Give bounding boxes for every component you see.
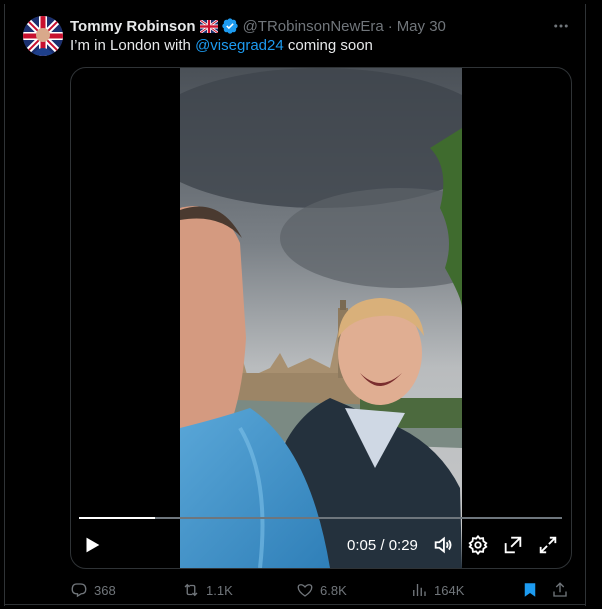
reply-button[interactable]: 368 xyxy=(70,580,116,600)
display-name[interactable]: Tommy Robinson xyxy=(70,18,196,35)
retweet-button[interactable]: 1.1K xyxy=(182,580,233,600)
tweet-header: Tommy Robinson @TRobinsonNewEra · May 30 xyxy=(70,16,446,36)
play-icon[interactable] xyxy=(81,534,103,556)
video-progress-bar[interactable] xyxy=(79,517,562,519)
more-icon[interactable] xyxy=(551,16,571,36)
video-time-display: 0:05 / 0:29 xyxy=(347,537,418,554)
tweet-text: I’m in London with @visegrad24 coming so… xyxy=(70,37,373,54)
like-button[interactable]: 6.8K xyxy=(296,580,347,600)
share-icon[interactable] xyxy=(551,580,575,600)
views-button[interactable]: 164K xyxy=(410,580,464,600)
reply-count: 368 xyxy=(94,582,116,598)
uk-flag-icon xyxy=(199,19,218,33)
settings-gear-icon[interactable] xyxy=(467,534,489,556)
popout-icon[interactable] xyxy=(502,534,524,556)
views-count: 164K xyxy=(434,582,465,598)
volume-icon[interactable] xyxy=(432,534,454,556)
views-icon xyxy=(413,584,426,596)
video-frame[interactable] xyxy=(180,68,462,568)
bookmark-icon[interactable] xyxy=(521,580,545,600)
like-count: 6.8K xyxy=(320,582,347,598)
like-icon xyxy=(297,584,313,597)
tweet-divider xyxy=(4,604,585,605)
video-player[interactable]: 0:05 / 0:29 xyxy=(70,67,572,569)
mention-link[interactable]: @visegrad24 xyxy=(195,37,284,54)
verified-badge-icon xyxy=(221,17,239,35)
tweet-text-before: I’m in London with xyxy=(70,37,196,54)
retweet-icon xyxy=(184,583,198,597)
tweet-text-after: coming soon xyxy=(283,37,373,54)
tweet-date[interactable]: May 30 xyxy=(397,18,446,35)
fullscreen-icon[interactable] xyxy=(537,534,559,556)
avatar[interactable] xyxy=(23,16,63,56)
video-progress-fill xyxy=(79,517,156,519)
retweet-count: 1.1K xyxy=(206,582,233,598)
user-handle[interactable]: @TRobinsonNewEra xyxy=(243,18,384,35)
reply-icon xyxy=(71,583,87,598)
separator-dot: · xyxy=(387,17,393,35)
